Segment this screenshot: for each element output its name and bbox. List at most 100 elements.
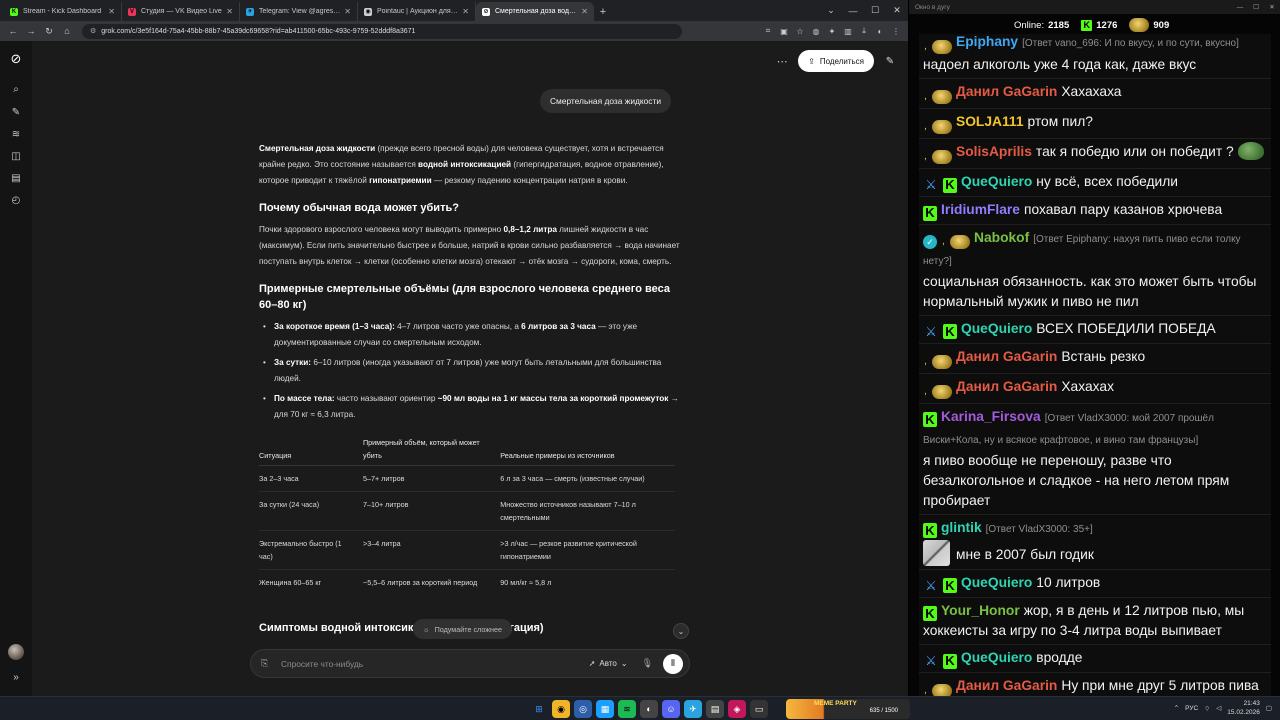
chat-username[interactable]: Karina_Firsova bbox=[941, 409, 1041, 424]
chat-username[interactable]: QueQuiero bbox=[961, 321, 1032, 336]
home-icon[interactable]: ⌂ bbox=[58, 23, 76, 39]
chat-username[interactable]: IridiumFlare bbox=[941, 202, 1020, 217]
edit-icon[interactable]: ✎ bbox=[882, 56, 898, 67]
chat-username[interactable]: Данил GaGarin bbox=[956, 84, 1057, 99]
chat-username[interactable]: SolisAprilis bbox=[956, 144, 1032, 159]
new-chat-icon[interactable]: ✎ bbox=[8, 104, 24, 120]
chat-username[interactable]: Данил GaGarin bbox=[956, 379, 1057, 394]
composer-input[interactable]: Спросите что-нибудь bbox=[281, 659, 589, 669]
chat-window-titlebar: Окно в дугу — ☐ ✕ bbox=[909, 0, 1280, 14]
chat-username[interactable]: Your_Honor bbox=[941, 603, 1020, 618]
site-info-icon[interactable]: ⚙ bbox=[90, 27, 96, 35]
chat-username[interactable]: glintik bbox=[941, 520, 982, 535]
steam-icon[interactable]: ◎ bbox=[574, 700, 592, 718]
browser-tab[interactable]: K Stream - Kick Dashboard ✕ bbox=[4, 2, 122, 21]
chat-message-text: вродде bbox=[1036, 650, 1083, 665]
tab-close-icon[interactable]: ✕ bbox=[344, 7, 351, 16]
explorer-icon[interactable]: ▭ bbox=[750, 700, 768, 718]
chat-username[interactable]: Данил GaGarin bbox=[956, 349, 1057, 364]
think-harder-button[interactable]: ☼ Подумайте сложнее bbox=[413, 619, 513, 639]
browser-tab[interactable]: V Студия — VK Видео Live ✕ bbox=[122, 2, 240, 21]
store-icon[interactable]: ▦ bbox=[596, 700, 614, 718]
bookmark-star-icon[interactable]: ☆ bbox=[792, 23, 808, 39]
obs-icon[interactable]: ◐ bbox=[640, 700, 658, 718]
volume-list: За короткое время (1–3 часа): 4–7 литров… bbox=[259, 319, 683, 423]
screenshot-icon[interactable]: ▣ bbox=[776, 23, 792, 39]
history-icon[interactable]: ◴ bbox=[8, 192, 24, 208]
profile-icon[interactable]: ◐ bbox=[872, 23, 888, 39]
chat-app-icon[interactable]: ▤ bbox=[706, 700, 724, 718]
sidebar-icon[interactable]: ▥ bbox=[840, 23, 856, 39]
cast-icon[interactable]: ⌗ bbox=[760, 23, 776, 39]
chat-badges: ⚔ K bbox=[923, 324, 957, 340]
moderator-sword-icon: ⚔ bbox=[925, 323, 937, 339]
browser-tab[interactable]: ⊘ Смертельная доза воды - Grok ✕ bbox=[476, 2, 594, 21]
chat-username[interactable]: QueQuiero bbox=[961, 575, 1032, 590]
telegram-icon[interactable]: ✈ bbox=[684, 700, 702, 718]
mode-selector[interactable]: ➚ Авто ⌄ bbox=[589, 659, 628, 668]
tab-close-icon[interactable]: ✕ bbox=[226, 7, 233, 16]
lang-indicator[interactable]: РУС bbox=[1185, 705, 1198, 712]
network-icon[interactable]: ⌔ bbox=[1204, 704, 1210, 713]
menu-icon[interactable]: ⋮ bbox=[888, 23, 904, 39]
table-row: Экстремально быстро (1 час) >3–4 литра >3 … bbox=[259, 530, 675, 570]
chat-username[interactable]: QueQuiero bbox=[961, 174, 1032, 189]
app-icon[interactable]: ◈ bbox=[728, 700, 746, 718]
tab-close-icon[interactable]: ✕ bbox=[108, 7, 115, 16]
chrome-icon[interactable]: ◉ bbox=[552, 700, 570, 718]
kick-badge-icon: K bbox=[923, 412, 937, 427]
close-icon[interactable]: ✕ bbox=[1264, 3, 1280, 11]
back-icon[interactable]: ← bbox=[4, 23, 22, 39]
tray-chevron-icon[interactable]: ⌃ bbox=[1174, 704, 1179, 712]
voice-mode-button[interactable]: ⦀ bbox=[663, 653, 683, 674]
expand-sidebar-icon[interactable]: » bbox=[8, 669, 24, 685]
composer[interactable]: ⎘ Спросите что-нибудь ➚ Авто ⌄ 🎙︎ ⦀ bbox=[250, 649, 690, 678]
more-options-icon[interactable]: ⋯ bbox=[774, 55, 790, 68]
avatar[interactable] bbox=[8, 644, 24, 660]
address-bar[interactable]: ⚙ grok.com/c/3e5f164d-75a4-45bb-88b7-45a… bbox=[82, 23, 682, 39]
chat-username[interactable]: Nabokof bbox=[974, 230, 1029, 245]
scroll-down-button[interactable]: ⌄ bbox=[673, 623, 689, 639]
grok-logo-icon[interactable]: ⊘ bbox=[8, 51, 24, 67]
chat-username[interactable]: Данил GaGarin bbox=[956, 678, 1057, 693]
minimize-icon[interactable]: — bbox=[1232, 4, 1248, 11]
discord-icon[interactable]: ☺ bbox=[662, 700, 680, 718]
maximize-icon[interactable]: ☐ bbox=[864, 0, 886, 21]
chat-reply-context: [Ответ VladX3000: 35+] bbox=[985, 523, 1093, 535]
search-icon[interactable]: ⌕ bbox=[8, 81, 24, 97]
chat-username[interactable]: SOLJA111 bbox=[956, 114, 1024, 129]
chat-username[interactable]: QueQuiero bbox=[961, 650, 1032, 665]
voice-icon[interactable]: ≋ bbox=[8, 126, 24, 142]
puzzle-icon[interactable]: ✦ bbox=[824, 23, 840, 39]
imagine-icon[interactable]: ◫ bbox=[8, 148, 24, 164]
forward-icon[interactable]: → bbox=[22, 23, 40, 39]
tab-close-icon[interactable]: ✕ bbox=[581, 7, 588, 16]
toolbar-icons: ⌗ ▣ ☆ ◍ ✦ ▥ ⤓ ◐ ⋮ bbox=[760, 23, 904, 39]
chat-username[interactable]: Epiphany bbox=[956, 34, 1018, 49]
browser-tab[interactable]: ✈ Telegram: View @agressor823✕ bbox=[240, 2, 358, 21]
clock[interactable]: 21:43 15.02.2026 bbox=[1227, 699, 1260, 717]
start-icon[interactable]: ⊞ bbox=[530, 700, 548, 718]
share-button[interactable]: ⇪ Поделиться bbox=[798, 50, 874, 72]
close-icon[interactable]: ✕ bbox=[886, 0, 908, 21]
spotify-icon[interactable]: ≋ bbox=[618, 700, 636, 718]
chevron-down-icon[interactable]: ⌄ bbox=[820, 0, 842, 21]
download-icon[interactable]: ⤓ bbox=[856, 23, 872, 39]
chat-badges: K bbox=[923, 523, 937, 538]
mic-icon[interactable]: 🎙︎ bbox=[642, 658, 653, 669]
table-cell: Множество источников называют 7–10 л сме… bbox=[500, 491, 675, 531]
attach-icon[interactable]: ⎘ bbox=[261, 658, 275, 669]
volume-icon[interactable]: ◁ bbox=[1216, 704, 1221, 712]
maximize-icon[interactable]: ☐ bbox=[1248, 3, 1264, 11]
projects-icon[interactable]: ▤ bbox=[8, 170, 24, 186]
chat-message-text: 10 литров bbox=[1036, 574, 1101, 590]
browser-tab[interactable]: ◉ Pointauc | Аукцион для стриме... ✕ bbox=[358, 2, 476, 21]
notifications-icon[interactable]: ▢ bbox=[1266, 704, 1272, 712]
minimize-icon[interactable]: — bbox=[842, 0, 864, 21]
extension-icon[interactable]: ◍ bbox=[808, 23, 824, 39]
table-row: За 2–3 часа 5–7+ литров 6 л за 3 часа — см… bbox=[259, 465, 675, 492]
reload-icon[interactable]: ↻ bbox=[40, 23, 58, 39]
new-tab-button[interactable]: + bbox=[594, 2, 612, 21]
tab-close-icon[interactable]: ✕ bbox=[462, 7, 469, 16]
meme-party-widget[interactable]: MEME PARTY 635 / 1500 bbox=[786, 699, 910, 719]
